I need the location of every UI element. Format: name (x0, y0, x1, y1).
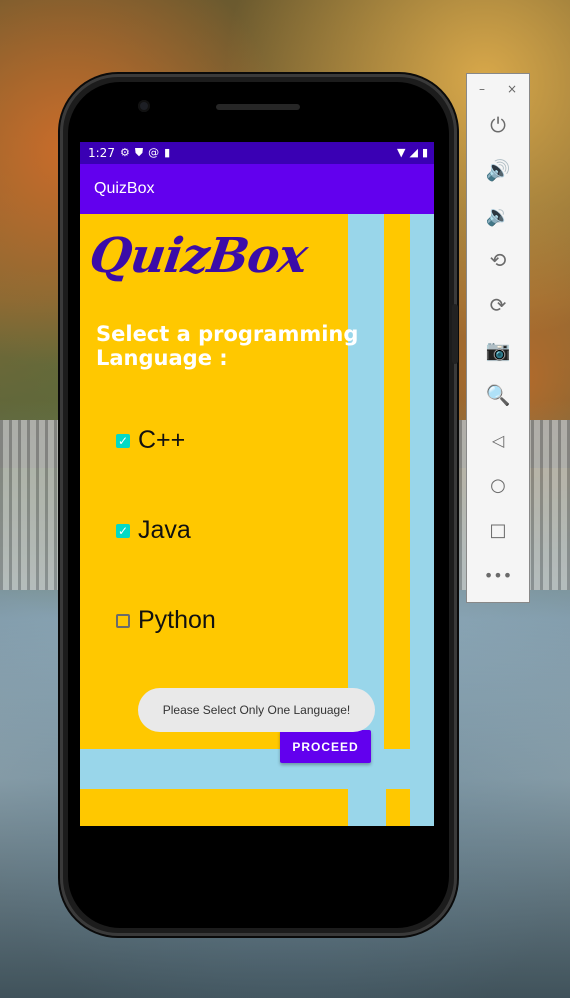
status-left-icons: ⚙ ⛊ @ ▮ (120, 146, 170, 160)
sd-card-icon: ▮ (164, 146, 171, 159)
option-cpp[interactable]: ✓ C++ (116, 426, 185, 455)
option-java[interactable]: ✓ Java (116, 516, 191, 545)
power-icon[interactable]: ⏻ (467, 110, 529, 140)
prompt-heading: Select a programming Language : (96, 322, 359, 370)
camera-icon[interactable]: 📷 (467, 335, 529, 365)
status-time: 1:27 (88, 146, 115, 160)
more-icon[interactable]: ••• (467, 560, 529, 590)
app-bar: QuizBox (80, 164, 434, 214)
gear-icon: ⚙ (120, 146, 130, 159)
rotate-right-icon[interactable]: ⟳ (467, 290, 529, 320)
decor-block (386, 789, 410, 826)
option-python[interactable]: Python (116, 606, 216, 635)
wifi-icon: ▼ (397, 146, 406, 159)
device-screen: 1:27 ⚙ ⛊ @ ▮ ▼ ◢ ▮ QuizBox QuizBox Selec… (80, 142, 434, 826)
rotate-left-icon[interactable]: ⟲ (467, 245, 529, 275)
phone-frame: 1:27 ⚙ ⛊ @ ▮ ▼ ◢ ▮ QuizBox QuizBox Selec… (60, 74, 458, 936)
back-icon[interactable]: ◁ (467, 425, 529, 455)
zoom-icon[interactable]: 🔍 (467, 380, 529, 410)
battery-icon: ▮ (421, 146, 428, 159)
at-icon: @ (148, 146, 160, 159)
status-right-icons: ▼ ◢ ▮ (397, 146, 428, 159)
shield-icon: ⛊ (134, 146, 144, 159)
checkbox-checked-icon[interactable]: ✓ (116, 433, 130, 448)
minimize-button[interactable]: – (479, 82, 485, 96)
earpiece-speaker (216, 104, 300, 110)
decor-stripe-vertical-2 (410, 214, 434, 826)
home-icon[interactable]: ○ (467, 470, 529, 500)
option-label: C++ (138, 426, 186, 454)
app-title: QuizBox (94, 180, 155, 197)
quizbox-logo: QuizBox (86, 228, 311, 284)
close-button[interactable]: × (507, 82, 517, 96)
signal-icon: ◢ (409, 146, 418, 159)
checkbox-checked-icon[interactable]: ✓ (116, 523, 130, 538)
toast-message: Please Select Only One Language! (138, 688, 375, 732)
status-bar: 1:27 ⚙ ⛊ @ ▮ ▼ ◢ ▮ (80, 142, 434, 164)
overview-icon[interactable]: □ (467, 515, 529, 545)
quiz-content: QuizBox Select a programming Language : … (80, 214, 434, 826)
option-label: Java (138, 516, 191, 544)
decor-stripe-horizontal (80, 749, 434, 789)
option-label: Python (138, 606, 216, 634)
front-camera (138, 100, 150, 112)
volume-down-icon[interactable]: 🔉 (467, 200, 529, 230)
volume-side-button (452, 304, 458, 364)
emulator-window-controls: – × (467, 80, 529, 100)
checkbox-unchecked-icon[interactable] (116, 613, 130, 628)
volume-up-icon[interactable]: 🔊 (467, 155, 529, 185)
emulator-toolbar: – × ⏻ 🔊 🔉 ⟲ ⟳ 📷 🔍 ◁ ○ □ ••• (466, 73, 530, 603)
proceed-button[interactable]: PROCEED (280, 730, 371, 763)
